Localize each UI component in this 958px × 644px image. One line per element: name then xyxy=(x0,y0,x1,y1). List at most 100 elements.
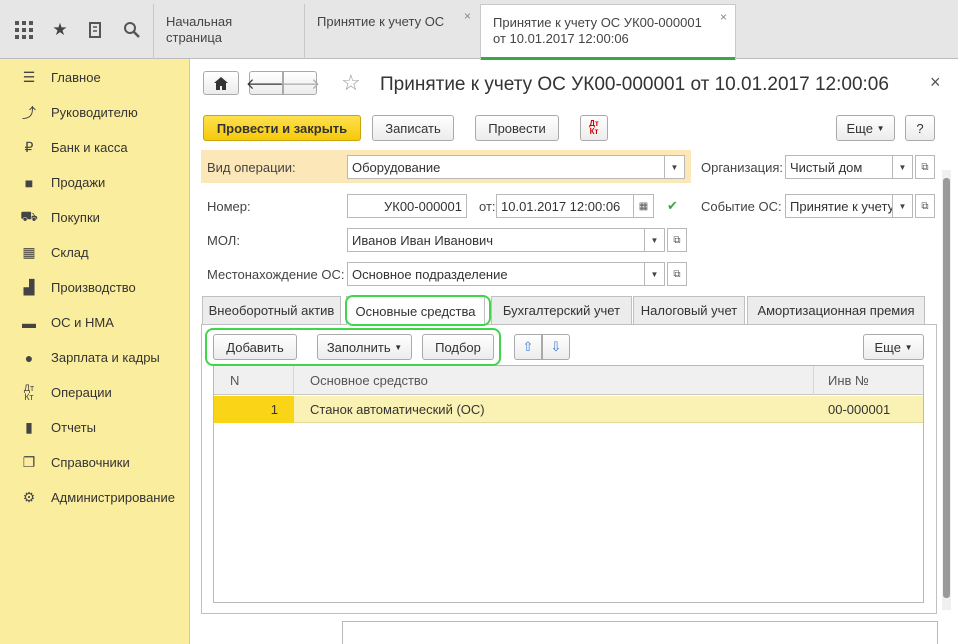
favorites-star-icon[interactable]: ★ xyxy=(48,18,72,42)
save-button[interactable]: Записать xyxy=(372,115,454,141)
sidebar-item-label: Операции xyxy=(51,385,112,400)
event-dropdown[interactable]: ▼ xyxy=(893,194,913,218)
table-more-button[interactable]: Еще ▼ xyxy=(863,334,924,360)
mol-open-button[interactable]: ⧉ xyxy=(667,228,687,252)
sidebar-item-production[interactable]: ▟ Производство xyxy=(0,270,190,305)
apps-grid-icon[interactable] xyxy=(12,18,36,42)
help-button[interactable]: ? xyxy=(905,115,935,141)
fill-button[interactable]: Заполнить ▼ xyxy=(317,334,412,360)
favorite-star-icon[interactable]: ☆ xyxy=(341,70,361,96)
sidebar-item-bank[interactable]: ₽ Банк и касса xyxy=(0,130,190,165)
org-label: Организация: xyxy=(701,160,784,175)
move-up-button[interactable]: ⇧ xyxy=(514,334,542,360)
sidebar-item-operations[interactable]: Дт Кт Операции xyxy=(0,375,190,410)
tab-label: Начальная страница xyxy=(166,14,233,45)
sidebar-item-reports[interactable]: ▮ Отчеты xyxy=(0,410,190,445)
column-header-asset[interactable]: Основное средство xyxy=(294,366,814,395)
truck-icon: ▬ xyxy=(22,314,36,331)
sidebar-item-manager[interactable]: ⤴ Руководителю xyxy=(0,95,190,130)
date-label: от: xyxy=(479,199,496,214)
location-label: Местонахождение ОС: xyxy=(207,267,345,282)
mol-dropdown[interactable]: ▼ xyxy=(645,228,665,252)
sidebar-item-salary[interactable]: ● Зарплата и кадры xyxy=(0,340,190,375)
table-header: N Основное средство Инв № xyxy=(214,366,923,395)
sidebar-item-label: Зарплата и кадры xyxy=(51,350,160,365)
tab-assets-list[interactable]: Принятие к учету ОС × xyxy=(304,4,479,59)
more-button[interactable]: Еще ▼ xyxy=(836,115,895,141)
operation-dropdown[interactable]: ▼ xyxy=(665,155,685,179)
sidebar-item-label: Администрирование xyxy=(51,490,175,505)
sidebar-item-directories[interactable]: ❐ Справочники xyxy=(0,445,190,480)
sidebar-item-fixed-assets[interactable]: ▬ ОС и НМА xyxy=(0,305,190,340)
tab-label-line1: Принятие к учету ОС УК00-000001 xyxy=(493,15,702,30)
post-and-close-button[interactable]: Провести и закрыть xyxy=(203,115,361,141)
sidebar-item-label: Производство xyxy=(51,280,136,295)
close-icon[interactable]: × xyxy=(930,72,941,93)
sidebar-item-sales[interactable]: ■ Продажи xyxy=(0,165,190,200)
dtkt-icon: Дт Кт xyxy=(589,119,599,136)
mol-label: МОЛ: xyxy=(207,233,240,248)
table-row[interactable]: 1 Станок автоматический (ОС) 00-000001 xyxy=(214,396,923,423)
home-button[interactable] xyxy=(203,71,239,95)
sidebar-item-label: Продажи xyxy=(51,175,106,190)
sidebar-item-admin[interactable]: ⚙ Администрирование xyxy=(0,480,190,515)
tab-accounting[interactable]: Бухгалтерский учет xyxy=(491,296,632,324)
org-field[interactable]: Чистый дом xyxy=(785,155,893,179)
column-header-inv[interactable]: Инв № xyxy=(814,366,923,395)
page-title: Принятие к учету ОС УК00-000001 от 10.01… xyxy=(380,74,889,95)
open-icon: ⧉ xyxy=(673,234,681,246)
location-field[interactable]: Основное подразделение xyxy=(347,262,645,286)
close-icon[interactable]: × xyxy=(464,8,471,24)
sidebar-item-main[interactable]: ☰ Главное xyxy=(0,60,190,95)
forward-button[interactable]: 🡒 xyxy=(280,71,320,95)
calendar-button[interactable]: ▦ xyxy=(634,194,654,218)
vertical-scrollbar[interactable] xyxy=(942,170,951,610)
sidebar-item-purchases[interactable]: ⛟ Покупки xyxy=(0,200,190,235)
dropdown-arrow-icon: ▼ xyxy=(898,162,907,172)
event-label: Событие ОС: xyxy=(701,199,782,214)
menu-icon: ☰ xyxy=(22,69,36,85)
mol-field[interactable]: Иванов Иван Иванович xyxy=(347,228,645,252)
location-open-button[interactable]: ⧉ xyxy=(667,262,687,286)
location-dropdown[interactable]: ▼ xyxy=(645,262,665,286)
scrollbar-thumb[interactable] xyxy=(943,178,950,598)
dropdown-arrow-icon: ▼ xyxy=(650,269,659,279)
posted-check-icon: ✔ xyxy=(667,198,678,213)
cart-icon: ⛟ xyxy=(20,208,38,224)
event-field[interactable]: Принятие к учету xyxy=(785,194,893,218)
add-button[interactable]: Добавить xyxy=(213,334,297,360)
sidebar-item-label: Склад xyxy=(51,245,89,260)
move-down-button[interactable]: ⇩ xyxy=(542,334,570,360)
dtkt-journal-button[interactable]: Дт Кт xyxy=(580,115,608,141)
open-icon: ⧉ xyxy=(921,200,929,212)
tab-document[interactable]: Принятие к учету ОС УК00-000001 от 10.01… xyxy=(480,4,736,60)
tab-label: Принятие к учету ОС xyxy=(317,14,445,29)
comment-field[interactable] xyxy=(342,621,938,644)
sidebar-item-label: ОС и НМА xyxy=(51,315,114,330)
org-dropdown[interactable]: ▼ xyxy=(893,155,913,179)
tab-tax[interactable]: Налоговый учет xyxy=(633,296,745,324)
dropdown-arrow-icon: ▼ xyxy=(394,342,403,352)
bar-chart-icon: ▮ xyxy=(25,419,33,435)
date-field[interactable]: 10.01.2017 12:00:06 xyxy=(496,194,634,218)
column-header-n[interactable]: N xyxy=(214,366,294,395)
search-icon[interactable] xyxy=(120,18,144,42)
operation-field[interactable]: Оборудование xyxy=(347,155,665,179)
number-field[interactable]: УК00-000001 xyxy=(347,194,467,218)
post-button[interactable]: Провести xyxy=(475,115,559,141)
sidebar: ☰ Главное ⤴ Руководителю ₽ Банк и касса ■ Пр… xyxy=(0,59,190,644)
event-open-button[interactable]: ⧉ xyxy=(915,194,935,218)
history-icon[interactable] xyxy=(84,18,108,42)
pick-button[interactable]: Подбор xyxy=(422,334,494,360)
sidebar-item-label: Главное xyxy=(51,70,101,85)
sidebar-item-label: Справочники xyxy=(51,455,130,470)
tab-noncurrent-asset[interactable]: Внеоборотный актив xyxy=(202,296,341,324)
tab-depreciation-bonus[interactable]: Амортизационная премия xyxy=(747,296,925,324)
tab-fixed-assets[interactable]: Основные средства xyxy=(346,296,485,325)
sidebar-item-warehouse[interactable]: ▦ Склад xyxy=(0,235,190,270)
org-open-button[interactable]: ⧉ xyxy=(915,155,935,179)
tab-home[interactable]: Начальная страница xyxy=(153,4,303,59)
back-button[interactable]: 🡐 xyxy=(246,71,286,95)
sidebar-item-label: Руководителю xyxy=(51,105,138,120)
close-icon[interactable]: × xyxy=(720,9,727,25)
